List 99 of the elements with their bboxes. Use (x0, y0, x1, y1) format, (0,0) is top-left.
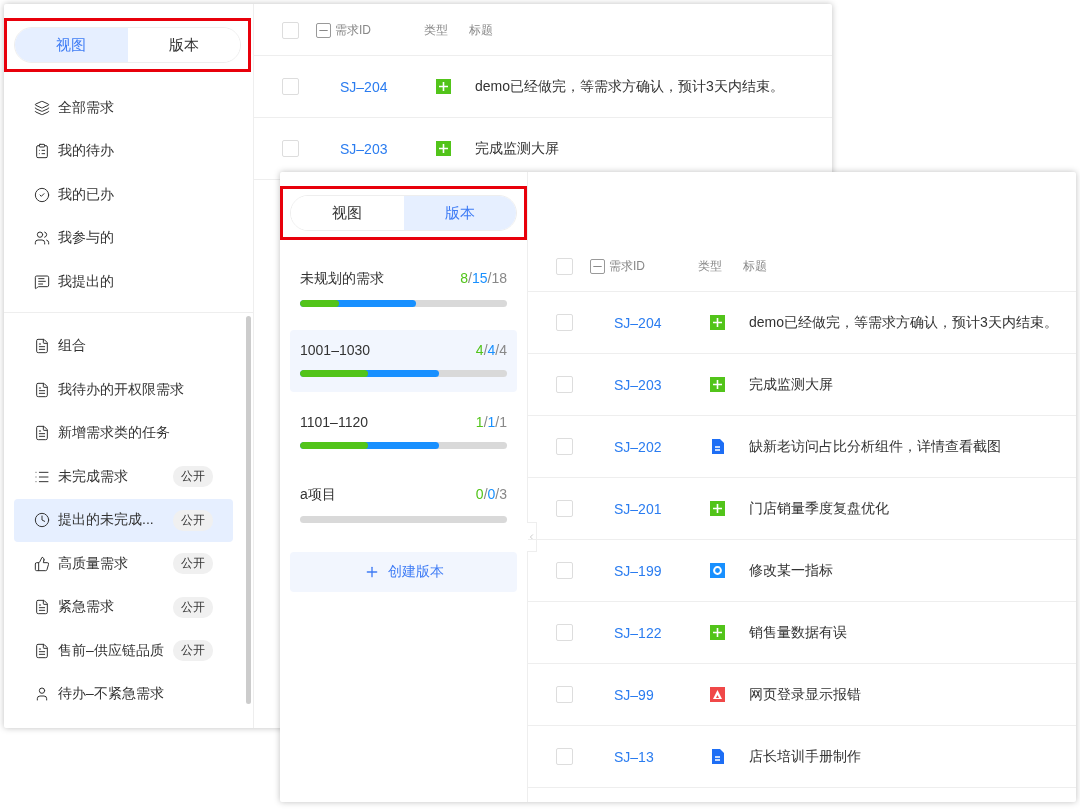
version-count: 4/4/4 (475, 342, 507, 358)
plus-square-icon (710, 625, 725, 640)
nav-item[interactable]: 我参与的 (14, 216, 233, 260)
row-checkbox[interactable] (556, 562, 573, 579)
document-icon (710, 749, 725, 764)
view-item[interactable]: 新增需求类的任务 (14, 411, 233, 455)
row-checkbox[interactable] (556, 500, 573, 517)
document-icon (34, 425, 50, 442)
plus-square-icon (436, 79, 451, 94)
view-item[interactable]: 售前–供应链品质 公开 (14, 629, 233, 673)
requirement-id-link[interactable]: SJ–203 (340, 140, 430, 157)
document-icon (34, 599, 50, 616)
thumbs-up-icon (34, 555, 50, 572)
document-icon (34, 642, 50, 659)
person-icon (34, 686, 50, 703)
column-header: 标题 (743, 258, 767, 275)
table-cell: 修改某一指标 (749, 561, 833, 580)
plus-square-icon (710, 315, 725, 330)
view-item[interactable]: 待办–不紧急需求 (14, 672, 233, 716)
nav-item[interactable]: 我提出的 (14, 260, 233, 304)
table-cell: 门店销量季度复盘优化 (749, 499, 889, 518)
select-all-checkbox[interactable] (556, 258, 573, 275)
row-checkbox[interactable] (556, 686, 573, 703)
row-checkbox[interactable] (556, 748, 573, 765)
column-header: 类型 (424, 22, 449, 39)
row-checkbox[interactable] (282, 140, 299, 157)
view-item[interactable]: 我待办的开权限需求 (14, 368, 233, 412)
collapse-icon[interactable] (316, 23, 331, 38)
people-icon (34, 230, 50, 247)
view-item[interactable]: 组合 (14, 324, 233, 368)
public-tag: 公开 (173, 553, 213, 575)
table-cell: 缺新老访问占比分析组件，详情查看截图 (749, 437, 1001, 456)
column-header: 类型 (698, 258, 723, 275)
view-item[interactable]: 提出的未完成... 公开 (14, 498, 233, 542)
target-icon (710, 563, 725, 578)
clock-icon (34, 512, 50, 529)
table-cell: 完成监测大屏 (475, 139, 559, 158)
document-icon (34, 381, 50, 398)
table-cell: 完成监测大屏 (749, 375, 833, 394)
clipboard-icon (34, 143, 50, 160)
version-count: 8/15/18 (460, 270, 507, 288)
requirement-id-link[interactable]: SJ–199 (614, 562, 704, 579)
column-header: 需求ID (609, 258, 645, 275)
nav-item[interactable]: 我的待办 (14, 129, 233, 173)
requirement-id-link[interactable]: SJ–99 (614, 686, 704, 703)
version-name: 1101–1120 (300, 414, 368, 430)
row-checkbox[interactable] (556, 438, 573, 455)
segment-tab[interactable]: 版本 (403, 196, 516, 230)
requirement-id-link[interactable]: SJ–202 (614, 438, 704, 455)
column-header: 标题 (469, 22, 493, 39)
nav-item[interactable]: 我的已办 (14, 173, 233, 217)
public-tag: 公开 (173, 640, 213, 662)
requirement-id-link[interactable]: SJ–204 (340, 78, 430, 95)
version-item[interactable]: 1001–1030 4/4/4 (290, 330, 517, 392)
public-tag: 公开 (173, 466, 213, 488)
version-count: 1/1/1 (475, 414, 507, 430)
layers-icon (34, 99, 50, 116)
version-name: 1001–1030 (300, 342, 371, 358)
table-cell: demo已经做完，等需求方确认，预计3天内结束。 (475, 77, 784, 96)
collapse-handle[interactable] (527, 522, 537, 552)
table-cell: 网页登录显示报错 (749, 685, 861, 704)
plus-square-icon (710, 377, 725, 392)
message-icon (34, 273, 50, 290)
collapse-icon[interactable] (590, 259, 605, 274)
version-item[interactable]: a项目 0/0/3 (290, 474, 517, 536)
row-checkbox[interactable] (556, 376, 573, 393)
row-checkbox[interactable] (556, 314, 573, 331)
version-name: a项目 (300, 486, 336, 504)
row-checkbox[interactable] (282, 78, 299, 95)
public-tag: 公开 (173, 596, 213, 618)
table-cell: 店长培训手册制作 (749, 747, 861, 766)
requirement-id-link[interactable]: SJ–203 (614, 376, 704, 393)
plus-square-icon (710, 501, 725, 516)
document-icon (34, 338, 50, 355)
version-name: 未规划的需求 (300, 270, 384, 288)
requirement-id-link[interactable]: SJ–201 (614, 500, 704, 517)
row-checkbox[interactable] (556, 624, 573, 641)
segment-tab[interactable]: 视图 (15, 28, 128, 62)
requirement-id-link[interactable]: SJ–13 (614, 748, 704, 765)
table-cell: 销售量数据有误 (749, 623, 847, 642)
check-circle-icon (34, 186, 50, 203)
view-item[interactable]: 未完成需求 公开 (14, 455, 233, 499)
select-all-checkbox[interactable] (282, 22, 299, 39)
requirement-id-link[interactable]: SJ–122 (614, 624, 704, 641)
plus-square-icon (436, 141, 451, 156)
version-count: 0/0/3 (475, 486, 507, 504)
document-icon (710, 439, 725, 454)
view-item[interactable]: 高质量需求 公开 (14, 542, 233, 586)
create-version-button[interactable]: 创建版本 (290, 552, 517, 592)
scrollbar[interactable] (246, 316, 251, 704)
table-cell: demo已经做完，等需求方确认，预计3天内结束。 (749, 313, 1058, 332)
version-item[interactable]: 1101–1120 1/1/1 (290, 402, 517, 464)
version-item[interactable]: 未规划的需求 8/15/18 (290, 258, 517, 320)
column-header: 需求ID (335, 22, 371, 39)
requirement-id-link[interactable]: SJ–204 (614, 314, 704, 331)
view-item[interactable]: 紧急需求 公开 (14, 585, 233, 629)
public-tag: 公开 (173, 509, 213, 531)
warning-icon (710, 687, 725, 702)
nav-item[interactable]: 全部需求 (14, 86, 233, 130)
